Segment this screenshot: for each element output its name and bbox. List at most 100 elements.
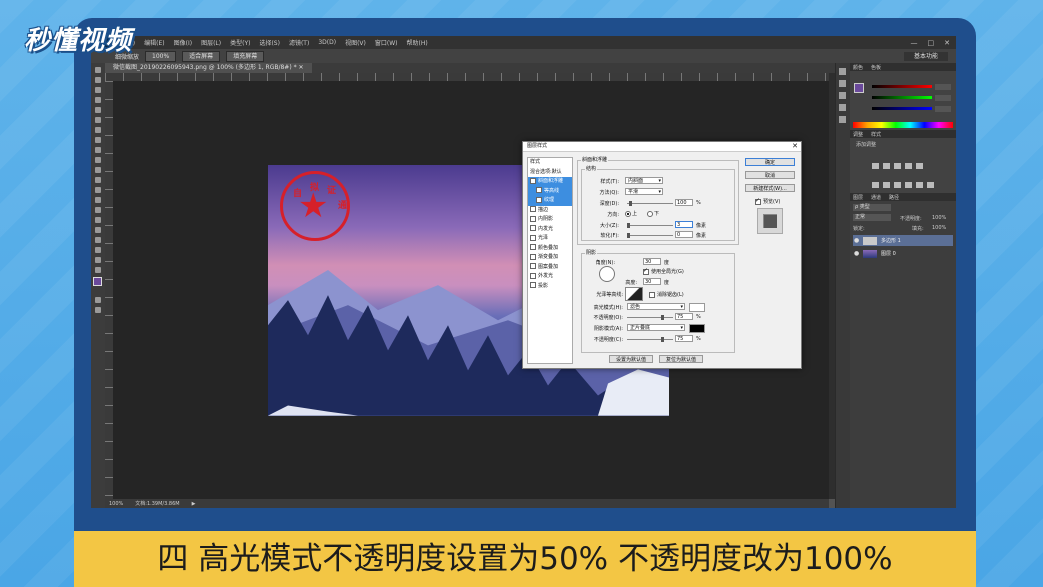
style-item[interactable]: 颜色叠加 <box>528 244 572 254</box>
minimize-icon[interactable]: — <box>911 39 918 47</box>
character-panel-icon[interactable] <box>839 104 846 111</box>
marquee-tool-icon[interactable] <box>95 77 101 83</box>
tab-styles[interactable]: 样式 <box>871 131 881 138</box>
zoom-tool-icon[interactable] <box>95 257 101 263</box>
bw-icon[interactable] <box>894 182 901 188</box>
green-slider[interactable] <box>872 96 932 99</box>
red-slider[interactable] <box>872 85 932 88</box>
hand-tool-icon[interactable] <box>95 247 101 253</box>
soften-slider-knob[interactable] <box>627 233 630 238</box>
global-light-checkbox[interactable]: 使用全局光(G) <box>643 267 684 275</box>
altitude-input[interactable]: 30 <box>643 278 661 285</box>
tab-swatches[interactable]: 色板 <box>871 64 881 71</box>
color-spectrum[interactable] <box>853 122 953 128</box>
bevel-method-select[interactable]: 平滑 <box>625 188 663 196</box>
color-swatches[interactable] <box>93 277 105 293</box>
lasso-tool-icon[interactable] <box>95 87 101 93</box>
menu-window[interactable]: 窗口(W) <box>375 38 398 47</box>
size-input[interactable]: 3 <box>675 221 693 228</box>
lookup-icon[interactable] <box>927 182 934 188</box>
size-slider-knob[interactable] <box>627 223 630 228</box>
blue-slider[interactable] <box>872 107 932 110</box>
maximize-icon[interactable]: □ <box>928 39 935 47</box>
blue-value[interactable] <box>935 106 951 112</box>
menu-view[interactable]: 视图(V) <box>345 38 366 47</box>
highlight-mode-select[interactable]: 滤色 <box>627 303 685 311</box>
brush-tool-icon[interactable] <box>95 137 101 143</box>
hue-icon[interactable] <box>872 182 879 188</box>
brush-panel-icon[interactable] <box>839 92 846 99</box>
play-icon[interactable]: ▶ <box>192 501 196 507</box>
move-tool-icon[interactable] <box>95 67 101 73</box>
ok-button[interactable]: 确定 <box>745 158 795 166</box>
style-item[interactable]: 斜面和浮雕 <box>528 177 572 187</box>
gradient-tool-icon[interactable] <box>95 177 101 183</box>
tab-channels[interactable]: 通道 <box>871 194 881 201</box>
new-style-button[interactable]: 新建样式(W)... <box>745 184 795 192</box>
properties-panel-icon[interactable] <box>839 80 846 87</box>
close-icon[interactable]: ✕ <box>944 39 950 47</box>
blending-options-item[interactable]: 混合选项:默认 <box>528 168 572 178</box>
depth-slider-knob[interactable] <box>629 201 632 206</box>
depth-input[interactable]: 100 <box>675 199 693 206</box>
shadow-opacity-input[interactable]: 75 <box>675 335 693 342</box>
blend-mode-select[interactable]: 正常 <box>853 214 891 221</box>
exposure-icon[interactable] <box>905 163 912 169</box>
shape-tool-icon[interactable] <box>95 237 101 243</box>
menu-help[interactable]: 帮助(H) <box>407 38 428 47</box>
history-panel-icon[interactable] <box>839 68 846 75</box>
preview-checkbox[interactable]: 预览(V) <box>755 197 780 205</box>
highlight-color-swatch[interactable] <box>689 303 705 312</box>
direction-up-radio[interactable]: 上 <box>625 210 637 217</box>
levels-icon[interactable] <box>883 163 890 169</box>
seal-stamp[interactable]: 自 拟 证 通 ★ <box>280 171 350 241</box>
style-item[interactable]: 内发光 <box>528 225 572 235</box>
highlight-opacity-slider[interactable] <box>627 317 673 318</box>
style-item[interactable]: 内阴影 <box>528 215 572 225</box>
red-value[interactable] <box>935 84 951 90</box>
shadow-opacity-knob[interactable] <box>661 337 664 342</box>
style-item[interactable]: 图案叠加 <box>528 263 572 273</box>
shadow-color-swatch[interactable] <box>689 324 705 333</box>
history-brush-tool-icon[interactable] <box>95 157 101 163</box>
paragraph-panel-icon[interactable] <box>839 116 846 123</box>
bevel-style-select[interactable]: 内斜面 <box>625 177 663 185</box>
blur-tool-icon[interactable] <box>95 187 101 193</box>
panel-foreground-swatch[interactable] <box>854 83 864 93</box>
style-item[interactable]: 描边 <box>528 206 572 216</box>
foreground-color[interactable] <box>93 277 102 286</box>
tab-color[interactable]: 颜色 <box>853 64 863 71</box>
soften-input[interactable]: 0 <box>675 231 693 238</box>
highlight-opacity-knob[interactable] <box>661 315 664 320</box>
pen-tool-icon[interactable] <box>95 207 101 213</box>
photo-filter-icon[interactable] <box>905 182 912 188</box>
highlight-opacity-input[interactable]: 75 <box>675 313 693 320</box>
menu-3d[interactable]: 3D(D) <box>318 39 336 46</box>
style-item[interactable]: 纹理 <box>528 196 572 206</box>
dialog-titlebar[interactable]: 图层样式 ✕ <box>523 142 801 152</box>
reset-default-button[interactable]: 复位为默认值 <box>659 355 703 363</box>
style-item[interactable]: 渐变叠加 <box>528 253 572 263</box>
layer-row[interactable]: ● 多边形 1 <box>853 235 953 246</box>
quick-mask-icon[interactable] <box>95 297 101 303</box>
fill-value[interactable]: 100% <box>932 225 946 231</box>
antialias-checkbox[interactable]: 消除锯齿(L) <box>649 291 684 298</box>
tab-paths[interactable]: 路径 <box>889 194 899 201</box>
fit-screen-button[interactable]: 适合屏幕 <box>182 50 221 62</box>
eyedropper-tool-icon[interactable] <box>95 117 101 123</box>
balance-icon[interactable] <box>883 182 890 188</box>
cancel-button[interactable]: 取消 <box>745 171 795 179</box>
fill-screen-button[interactable]: 填充屏幕 <box>226 50 265 62</box>
stamp-tool-icon[interactable] <box>95 147 101 153</box>
screen-mode-icon[interactable] <box>95 307 101 313</box>
path-select-tool-icon[interactable] <box>95 227 101 233</box>
menu-select[interactable]: 选择(S) <box>259 38 280 47</box>
layer-row[interactable]: ● 图层 0 <box>853 248 953 259</box>
shadow-mode-select[interactable]: 正片叠底 <box>627 324 685 332</box>
type-tool-icon[interactable] <box>95 217 101 223</box>
size-slider[interactable] <box>627 225 673 226</box>
menu-filter[interactable]: 滤镜(T) <box>289 38 309 47</box>
angle-input[interactable]: 30 <box>643 258 661 265</box>
depth-slider[interactable] <box>627 203 673 204</box>
gloss-contour-picker[interactable] <box>625 287 643 301</box>
